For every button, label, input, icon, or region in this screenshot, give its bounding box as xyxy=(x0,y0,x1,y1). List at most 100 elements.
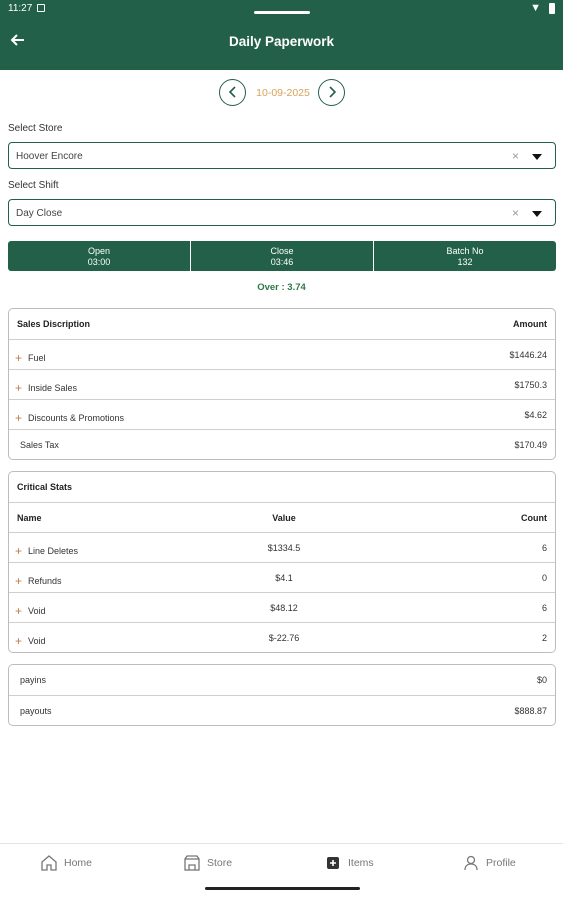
row-count: 6 xyxy=(541,543,547,553)
shift-info-bar: Open 03:00 Close 03:46 Batch No 132 xyxy=(8,241,556,271)
row-count: 2 xyxy=(541,633,547,643)
nav-profile[interactable]: Profile xyxy=(462,854,516,872)
value-header: Value xyxy=(272,513,296,523)
status-time: 11:27 xyxy=(8,3,33,14)
table-row[interactable]: + Line Deletes $1334.5 6 xyxy=(9,532,555,562)
payouts-label: payouts xyxy=(20,706,52,716)
row-amount: $1446.24 xyxy=(509,350,547,360)
nav-profile-label: Profile xyxy=(486,857,516,869)
nav-items[interactable]: Items xyxy=(324,854,374,872)
app-bar: Daily Paperwork xyxy=(0,18,563,70)
shift-batch: Batch No 132 xyxy=(374,241,556,271)
expand-plus-icon[interactable]: + xyxy=(15,604,22,618)
store-value: Hoover Encore xyxy=(16,151,83,162)
table-row: payouts $888.87 xyxy=(9,695,555,725)
payins-label: payins xyxy=(20,675,47,685)
row-count: 6 xyxy=(541,603,547,613)
row-value: $4.1 xyxy=(275,573,293,583)
chevron-down-icon[interactable] xyxy=(532,211,542,217)
row-amount: $4.62 xyxy=(524,410,547,420)
home-indicator[interactable] xyxy=(205,887,360,890)
shift-open: Open 03:00 xyxy=(8,241,190,271)
table-row: payins $0 xyxy=(9,665,555,695)
row-label-wrap: + Void xyxy=(15,633,46,648)
current-date[interactable]: 10-09-2025 xyxy=(250,87,316,99)
table-row[interactable]: + Inside Sales $1750.3 xyxy=(9,369,555,399)
sales-table: Sales Discription Amount + Fuel $1446.24 … xyxy=(8,308,556,460)
count-header: Count xyxy=(521,513,547,523)
notification-icon xyxy=(37,4,45,12)
expand-plus-icon[interactable]: + xyxy=(15,574,22,588)
shift-value: Day Close xyxy=(16,208,63,219)
nav-home[interactable]: Home xyxy=(40,854,92,872)
payins-amount: $0 xyxy=(536,675,547,685)
amount-header: Amount xyxy=(513,319,547,329)
store-icon xyxy=(184,855,200,871)
expand-plus-icon[interactable]: + xyxy=(15,381,22,395)
row-label-wrap: + Fuel xyxy=(15,350,46,365)
table-row[interactable]: + Discounts & Promotions $4.62 xyxy=(9,399,555,429)
nav-store[interactable]: Store xyxy=(183,854,232,872)
over-amount: Over : 3.74 xyxy=(257,282,306,293)
expand-plus-icon[interactable]: + xyxy=(15,634,22,648)
row-amount: $170.49 xyxy=(514,440,547,450)
table-row[interactable]: + Refunds $4.1 0 xyxy=(9,562,555,592)
page-title: Daily Paperwork xyxy=(228,34,335,49)
critical-stats-title: Critical Stats xyxy=(17,482,73,492)
table-title-row: Critical Stats xyxy=(9,472,555,502)
profile-icon xyxy=(464,855,478,871)
nav-store-label: Store xyxy=(207,857,233,869)
critical-stats-table: Critical Stats Name Value Count + Line De… xyxy=(8,471,556,653)
expand-plus-icon[interactable]: + xyxy=(15,544,22,558)
row-value: $48.12 xyxy=(270,603,298,613)
status-bar: 11:27 ▼ xyxy=(0,0,563,18)
bottom-nav: Home Store Items Profile xyxy=(0,843,563,900)
expand-plus-icon[interactable]: + xyxy=(15,411,22,425)
sales-desc-header: Sales Discription xyxy=(17,319,91,329)
open-value: 03:00 xyxy=(87,257,111,267)
nav-items-label: Items xyxy=(348,857,374,869)
row-label: Fuel xyxy=(28,353,46,363)
row-count: 0 xyxy=(541,573,547,583)
open-title: Open xyxy=(87,246,111,256)
date-navigator: 10-09-2025 xyxy=(0,79,563,107)
prev-date-button[interactable] xyxy=(219,79,246,106)
store-select[interactable]: Hoover Encore × xyxy=(8,142,556,169)
clear-store-icon[interactable]: × xyxy=(512,149,519,163)
batch-title: Batch No xyxy=(446,246,484,256)
row-label: Discounts & Promotions xyxy=(28,413,125,423)
table-row[interactable]: + Void $-22.76 2 xyxy=(9,622,555,652)
row-value: $1334.5 xyxy=(267,543,301,553)
select-shift-label: Select Shift xyxy=(8,180,59,191)
table-row[interactable]: + Void $48.12 6 xyxy=(9,592,555,622)
chevron-down-icon[interactable] xyxy=(532,154,542,160)
items-icon xyxy=(327,857,339,869)
table-header: Name Value Count xyxy=(9,502,555,532)
row-label-wrap: + Refunds xyxy=(15,573,62,588)
row-name: Line Deletes xyxy=(28,546,79,556)
camera-pill xyxy=(254,11,310,14)
row-name: Void xyxy=(28,636,46,646)
table-row[interactable]: + Fuel $1446.24 xyxy=(9,339,555,369)
clear-shift-icon[interactable]: × xyxy=(512,206,519,220)
pay-table: payins $0 payouts $888.87 xyxy=(8,664,556,726)
nav-home-label: Home xyxy=(64,857,93,869)
row-label-wrap: + Discounts & Promotions xyxy=(15,410,125,425)
row-value: $-22.76 xyxy=(268,633,300,643)
name-header: Name xyxy=(17,513,42,523)
row-label: Inside Sales xyxy=(28,383,78,393)
table-row: Sales Tax $170.49 xyxy=(9,429,555,459)
wifi-icon: ▼ xyxy=(530,2,541,14)
home-icon xyxy=(41,855,57,871)
next-date-button[interactable] xyxy=(318,79,345,106)
payouts-amount: $888.87 xyxy=(514,706,547,716)
expand-plus-icon[interactable]: + xyxy=(15,351,22,365)
close-value: 03:46 xyxy=(270,257,294,267)
select-store-label: Select Store xyxy=(8,123,63,134)
row-label-wrap: + Void xyxy=(15,603,46,618)
row-name: Refunds xyxy=(28,576,62,586)
shift-select[interactable]: Day Close × xyxy=(8,199,556,226)
row-name: Void xyxy=(28,606,46,616)
table-header: Sales Discription Amount xyxy=(9,309,555,339)
battery-icon xyxy=(549,3,555,14)
